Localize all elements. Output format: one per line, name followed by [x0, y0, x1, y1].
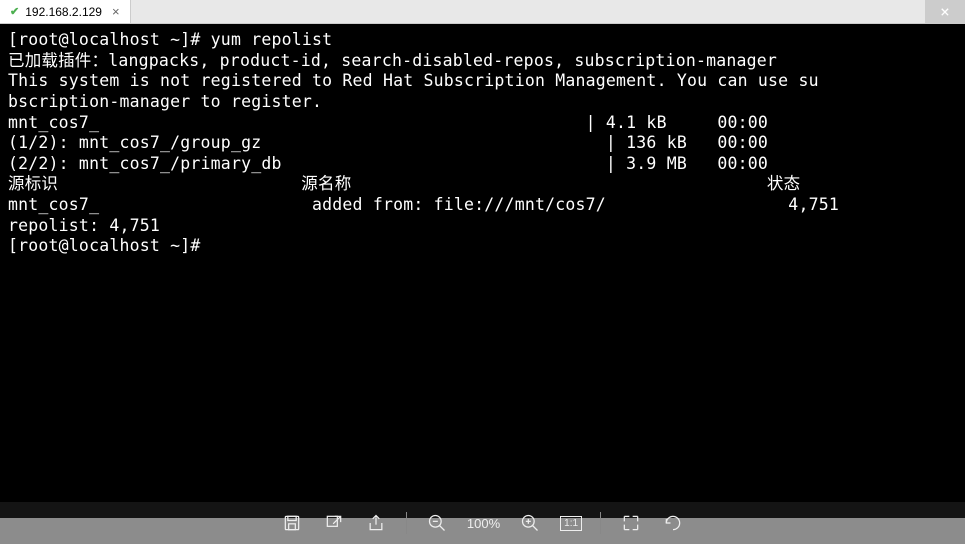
divider: [406, 512, 407, 534]
save-icon[interactable]: [280, 511, 304, 535]
terminal-output[interactable]: [root@localhost ~]# yum repolist 已加载插件：l…: [0, 24, 965, 518]
connected-icon: ✔: [10, 5, 19, 18]
terminal-line: repolist: 4,751: [8, 216, 160, 235]
terminal-line: 源标识 源名称 状态: [8, 174, 800, 193]
open-external-icon[interactable]: [322, 511, 346, 535]
aspect-ratio[interactable]: 1:1: [560, 516, 582, 531]
terminal-line: (2/2): mnt_cos7_/primary_db | 3.9 MB 00:…: [8, 154, 768, 173]
terminal-line: 已加载插件：langpacks, product-id, search-disa…: [8, 51, 777, 70]
zoom-out-icon[interactable]: [425, 511, 449, 535]
terminal-line: bscription-manager to register.: [8, 92, 322, 111]
viewer-toolbar: 100% 1:1: [0, 502, 965, 544]
tab-title: 192.168.2.129: [25, 5, 102, 19]
terminal-line: This system is not registered to Red Hat…: [8, 71, 819, 90]
terminal-line: mnt_cos7_ added from: file:///mnt/cos7/ …: [8, 195, 839, 214]
crop-icon[interactable]: [619, 511, 643, 535]
terminal-line: [root@localhost ~]# yum repolist: [8, 30, 332, 49]
tab-session[interactable]: ✔ 192.168.2.129 ×: [0, 0, 131, 23]
tab-bar: ✔ 192.168.2.129 × ×: [0, 0, 965, 24]
share-icon[interactable]: [364, 511, 388, 535]
close-icon[interactable]: ×: [112, 4, 120, 19]
rotate-icon[interactable]: [661, 511, 685, 535]
zoom-level: 100%: [467, 516, 500, 531]
terminal-line: (1/2): mnt_cos7_/group_gz | 136 kB 00:00: [8, 133, 768, 152]
window-close-button[interactable]: ×: [925, 0, 965, 23]
terminal-line: [root@localhost ~]#: [8, 236, 211, 255]
divider: [600, 512, 601, 534]
zoom-in-icon[interactable]: [518, 511, 542, 535]
terminal-line: mnt_cos7_ | 4.1 kB 00:00: [8, 113, 768, 132]
